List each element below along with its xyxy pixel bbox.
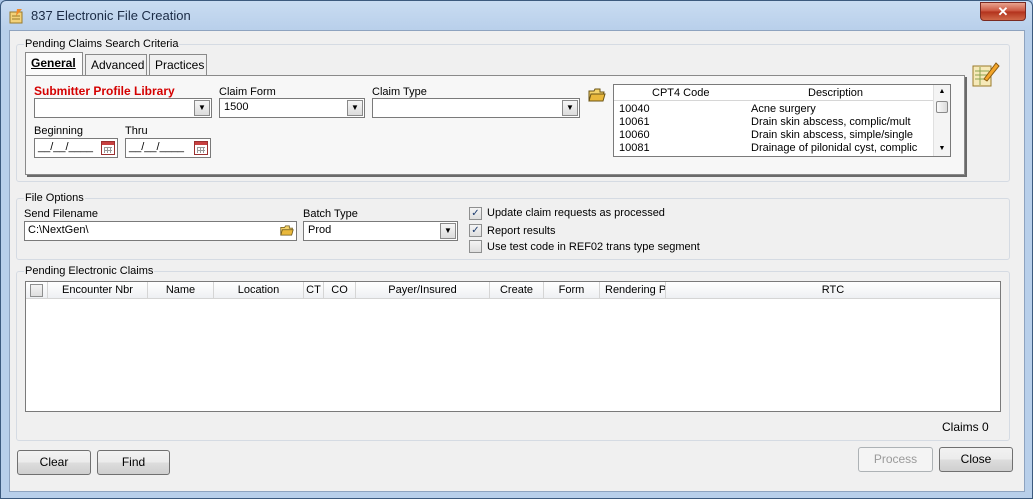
tab-advanced-label: Advanced — [91, 58, 145, 72]
chevron-down-icon[interactable]: ▼ — [562, 100, 578, 116]
chevron-down-icon[interactable]: ▼ — [440, 223, 456, 239]
cpt4-description-header[interactable]: Description — [808, 87, 863, 99]
edit-list-icon[interactable] — [970, 59, 1000, 89]
claims-count: Claims 0 — [942, 420, 989, 434]
batch-type-select[interactable]: Prod ▼ — [303, 221, 458, 241]
pending-claims-header: Encounter Nbr Name Location CT CO Payer/… — [26, 282, 1000, 299]
batch-type-label: Batch Type — [303, 208, 358, 220]
beginning-date-value: __/__/____ — [38, 141, 94, 153]
cpt4-code: 10040 — [619, 103, 650, 115]
column-co[interactable]: CO — [324, 282, 356, 299]
tab-general[interactable]: General — [25, 52, 83, 75]
column-ct[interactable]: CT — [304, 282, 324, 299]
cpt4-row[interactable]: 10040 Acne surgery — [614, 103, 934, 116]
cpt4-row[interactable]: 10081 Drainage of pilonidal cyst, compli… — [614, 142, 934, 155]
use-test-code-checkbox[interactable] — [469, 240, 482, 253]
claim-form-value: 1500 — [224, 101, 249, 113]
title-bar[interactable]: 837 Electronic File Creation ✕ — [1, 1, 1032, 30]
column-form[interactable]: Form — [544, 282, 600, 299]
cpt4-row[interactable]: 10060 Drain skin abscess, simple/single — [614, 129, 934, 142]
tab-practices-label: Practices — [155, 58, 205, 72]
app-icon — [9, 9, 23, 24]
thru-date-value: __/__/____ — [129, 141, 185, 153]
select-all-checkbox[interactable] — [30, 284, 43, 297]
cpt4-description: Drain skin abscess, complic/mult — [751, 116, 911, 128]
column-create[interactable]: Create — [490, 282, 544, 299]
beginning-label: Beginning — [34, 125, 83, 137]
process-button[interactable]: Process — [858, 447, 933, 472]
send-filename-value: C:\NextGen\ — [28, 224, 89, 236]
browse-folder-icon[interactable] — [280, 224, 294, 237]
scroll-up-icon[interactable]: ▲ — [934, 85, 950, 99]
cpt4-code: 10081 — [619, 142, 650, 154]
column-location[interactable]: Location — [214, 282, 304, 299]
window-title: 837 Electronic File Creation — [31, 8, 191, 23]
scroll-down-icon[interactable]: ▼ — [934, 142, 950, 156]
beginning-date-field[interactable]: __/__/____ — [34, 138, 118, 158]
pending-claims-group-label: Pending Electronic Claims — [24, 265, 155, 277]
thru-date-field[interactable]: __/__/____ — [125, 138, 211, 158]
cpt4-code: 10061 — [619, 116, 650, 128]
cpt4-code-list[interactable]: CPT4 Code Description 10040 Acne surgery… — [613, 84, 951, 157]
tab-advanced[interactable]: Advanced — [85, 54, 147, 75]
cpt4-row[interactable]: 10061 Drain skin abscess, complic/mult — [614, 116, 934, 129]
send-filename-label: Send Filename — [24, 208, 98, 220]
search-criteria-group-label: Pending Claims Search Criteria — [24, 38, 180, 50]
update-claims-label[interactable]: Update claim requests as processed — [487, 207, 665, 219]
file-options-group-label: File Options — [24, 192, 85, 204]
chevron-down-icon[interactable]: ▼ — [194, 100, 210, 116]
cpt4-description: Acne surgery — [751, 103, 816, 115]
pending-claims-grid[interactable]: Encounter Nbr Name Location CT CO Payer/… — [25, 281, 1001, 412]
calendar-icon[interactable] — [101, 141, 115, 155]
column-rendering[interactable]: Rendering P — [600, 282, 666, 299]
tab-general-label: General — [31, 56, 76, 70]
column-rtc[interactable]: RTC — [666, 282, 1000, 299]
clear-button[interactable]: Clear — [17, 450, 91, 475]
column-name[interactable]: Name — [148, 282, 214, 299]
chevron-down-icon[interactable]: ▼ — [347, 100, 363, 116]
scroll-thumb[interactable] — [936, 101, 948, 113]
tab-practices[interactable]: Practices — [149, 54, 207, 75]
cpt4-code: 10060 — [619, 129, 650, 141]
claim-form-label: Claim Form — [219, 86, 276, 98]
calendar-icon[interactable] — [194, 141, 208, 155]
claim-type-label: Claim Type — [372, 86, 427, 98]
submitter-profile-label: Submitter Profile Library — [34, 84, 175, 98]
cpt4-description: Drain skin abscess, simple/single — [751, 129, 914, 141]
find-button[interactable]: Find — [97, 450, 170, 475]
report-results-checkbox[interactable]: ✓ — [469, 224, 482, 237]
send-filename-input[interactable]: C:\NextGen\ — [24, 221, 297, 241]
batch-type-value: Prod — [308, 224, 332, 236]
use-test-code-label[interactable]: Use test code in REF02 trans type segmen… — [487, 241, 700, 253]
update-claims-checkbox[interactable]: ✓ — [469, 207, 482, 220]
window-close-button[interactable]: ✕ — [980, 2, 1026, 21]
cpt4-list-header: CPT4 Code Description — [614, 85, 934, 101]
cpt4-description: Drainage of pilonidal cyst, complic — [751, 142, 918, 154]
column-encounter-nbr[interactable]: Encounter Nbr — [48, 282, 148, 299]
cpt4-scrollbar[interactable]: ▲ ▼ — [933, 85, 950, 156]
claim-type-select[interactable]: ▼ — [372, 98, 580, 118]
report-results-label[interactable]: Report results — [487, 225, 555, 237]
claim-form-select[interactable]: 1500 ▼ — [219, 98, 365, 118]
thru-label: Thru — [125, 125, 148, 137]
open-folder-icon[interactable] — [588, 87, 606, 103]
select-all-column[interactable] — [26, 282, 48, 299]
cpt4-code-header[interactable]: CPT4 Code — [652, 87, 709, 99]
submitter-profile-select[interactable]: ▼ — [34, 98, 212, 118]
column-payer-insured[interactable]: Payer/Insured — [356, 282, 490, 299]
close-button[interactable]: Close — [939, 447, 1013, 472]
